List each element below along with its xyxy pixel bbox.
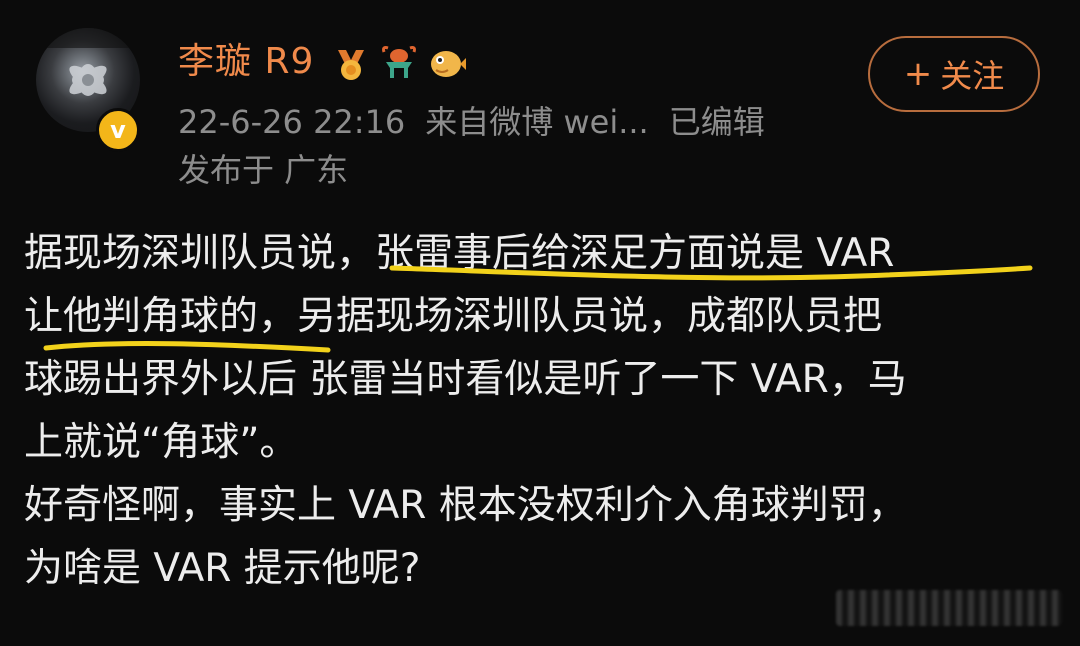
medal-icon[interactable]: [330, 42, 372, 84]
post-meta: 22-6-26 22:16 来自微博 wei... 已编辑: [178, 100, 785, 144]
post-source[interactable]: 来自微博 wei...: [425, 103, 648, 141]
verified-badge-icon: v: [96, 108, 140, 152]
lobster-icon[interactable]: [378, 42, 420, 84]
username[interactable]: 李璇 R9: [178, 38, 314, 86]
verified-mark: v: [110, 116, 126, 144]
follow-label: 关注: [940, 57, 1005, 95]
edited-label[interactable]: 已编辑: [669, 103, 765, 141]
user-badges: [330, 42, 468, 84]
watermark: [836, 590, 1062, 626]
post-text: 据现场深圳队员说，张雷事后给深足方面说是 VAR 让他判角球的，另据现场深圳队员…: [24, 231, 907, 591]
post-timestamp: 22-6-26 22:16: [178, 103, 406, 141]
follow-button[interactable]: + 关注: [868, 36, 1040, 112]
plus-icon: +: [903, 54, 933, 94]
post-location: 发布于 广东: [178, 151, 349, 189]
pufferfish-icon[interactable]: [426, 42, 468, 84]
